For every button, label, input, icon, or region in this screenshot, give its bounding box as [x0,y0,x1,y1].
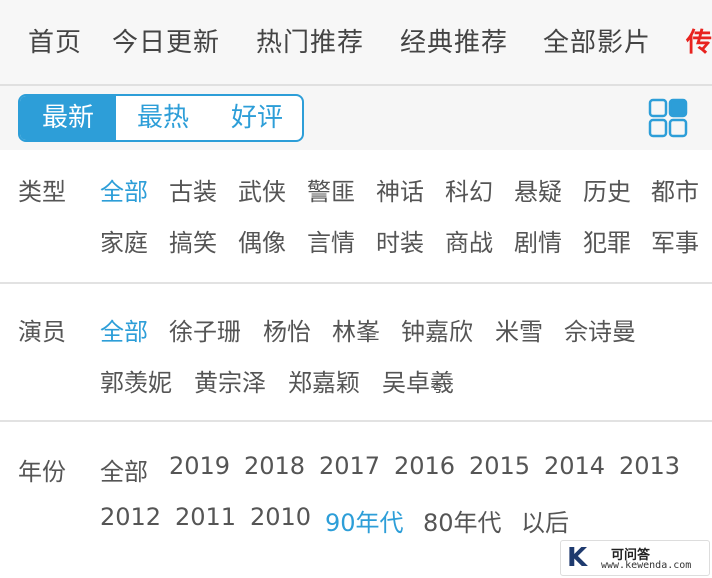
filter-option[interactable]: 全部 [100,172,148,207]
watermark-url: www.kewenda.com [601,560,692,571]
filter-option[interactable]: 剧情 [514,223,562,258]
filter-option[interactable]: 警匪 [307,172,355,207]
filter-label-actor: 演员 [18,318,66,346]
filter-option[interactable]: 2013 [619,452,680,480]
filter-option[interactable]: 言情 [307,223,355,258]
filter-label-year: 年份 [18,458,66,486]
filter-option[interactable]: 林峯 [332,312,380,347]
filter-option[interactable]: 黄宗泽 [194,363,266,398]
filter-option[interactable]: 武侠 [238,172,286,207]
filter-option[interactable]: 80年代 [423,503,502,538]
watermark-badge: K 可问答 www.kewenda.com [560,540,710,576]
top-nav: 首页 今日更新 热门推荐 经典推荐 全部影片 传 [0,0,712,86]
filter-option[interactable]: 佘诗曼 [564,312,636,347]
filter-label-type: 类型 [18,178,66,206]
filter-option[interactable]: 徐子珊 [169,312,241,347]
filter-option[interactable]: 古装 [169,172,217,207]
nav-item-hot[interactable]: 热门推荐 [256,22,364,59]
nav-item-classic[interactable]: 经典推荐 [400,22,508,59]
filter-option[interactable]: 钟嘉欣 [401,312,473,347]
grid-view-icon[interactable] [648,98,688,138]
filter-option[interactable]: 商战 [445,223,493,258]
filter-section-type: 类型 全部 古装 武侠 警匪 神话 科幻 悬疑 历史 都市 家庭 搞笑 偶像 言… [0,150,712,282]
filter-option[interactable]: 2018 [244,452,305,480]
filter-option[interactable]: 米雪 [495,312,543,347]
filter-option[interactable]: 历史 [583,172,631,207]
filter-option[interactable]: 神话 [376,172,424,207]
sort-tab-newest[interactable]: 最新 [20,96,116,140]
nav-item-all-movies[interactable]: 全部影片 [543,22,651,59]
filter-section-actor: 演员 全部 徐子珊 杨怡 林峯 钟嘉欣 米雪 佘诗曼 郭羡妮 黄宗泽 郑嘉颖 吴… [0,284,712,420]
filter-option[interactable]: 家庭 [100,223,148,258]
filter-option[interactable]: 2011 [175,503,236,531]
filter-option[interactable]: 都市 [651,172,699,207]
filter-option[interactable]: 偶像 [238,223,286,258]
sort-tab-best-rated[interactable]: 好评 [210,96,302,140]
filter-option[interactable]: 吴卓羲 [382,363,454,398]
filter-option[interactable]: 2014 [544,452,605,480]
filter-option[interactable]: 郑嘉颖 [288,363,360,398]
filter-option[interactable]: 2016 [394,452,455,480]
filter-option[interactable]: 2017 [319,452,380,480]
sort-segmented-control: 最新 最热 好评 [18,94,304,142]
filter-option[interactable]: 科幻 [445,172,493,207]
filter-option[interactable]: 搞笑 [169,223,217,258]
sort-tab-hottest[interactable]: 最热 [116,96,210,140]
watermark-logo: K [567,543,588,573]
filter-option[interactable]: 2015 [469,452,530,480]
filter-option[interactable]: 悬疑 [514,172,562,207]
filter-option[interactable]: 全部 [100,312,148,347]
filter-option[interactable]: 犯罪 [583,223,631,258]
nav-item-home[interactable]: 首页 [28,22,82,59]
nav-item-today-update[interactable]: 今日更新 [112,22,220,59]
filter-option[interactable]: 2010 [250,503,311,531]
filter-option[interactable]: 全部 [100,452,148,487]
filter-option[interactable]: 郭羡妮 [100,363,172,398]
filter-option[interactable]: 杨怡 [263,312,311,347]
filter-option[interactable]: 军事 [651,223,699,258]
nav-item-partial[interactable]: 传 [686,22,712,59]
filter-option[interactable]: 以后 [521,503,569,538]
filter-option[interactable]: 2012 [100,503,161,531]
filter-option[interactable]: 90年代 [325,503,404,538]
filter-option[interactable]: 时装 [376,223,424,258]
filter-option[interactable]: 2019 [169,452,230,480]
